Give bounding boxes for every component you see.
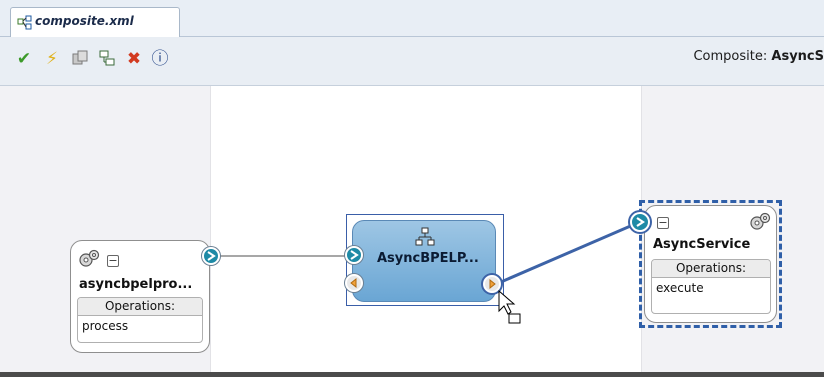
collapse-icon[interactable]: − — [657, 217, 669, 229]
reference-port-icon[interactable] — [630, 212, 650, 232]
bottom-border — [0, 372, 824, 377]
bpel-process-component[interactable]: AsyncBPELP... — [352, 220, 496, 302]
component-title[interactable]: asyncbpelpro... — [79, 277, 192, 292]
client-service-component[interactable]: − asyncbpelpro... Operations: process — [70, 240, 210, 353]
service-port-icon[interactable] — [345, 246, 363, 264]
reference-service-component[interactable]: − AsyncService Operations: execute — [644, 205, 777, 323]
collapse-icon[interactable]: − — [107, 255, 119, 267]
service-port-icon[interactable] — [202, 247, 220, 265]
gear-icon — [79, 249, 100, 267]
operations-header: Operations: — [652, 260, 770, 278]
component-title[interactable]: AsyncService — [653, 237, 750, 252]
wire-bpel-to-service[interactable] — [493, 219, 643, 287]
component-title[interactable]: AsyncBPELP... — [377, 251, 479, 266]
operation-item[interactable]: process — [78, 316, 202, 336]
mouse-cursor-icon — [498, 289, 521, 324]
callback-port-icon[interactable] — [345, 274, 363, 292]
bpel-process-icon — [415, 227, 435, 246]
operations-panel: Operations: execute — [651, 259, 771, 314]
operation-item[interactable]: execute — [652, 278, 770, 298]
operations-panel: Operations: process — [77, 297, 203, 343]
operations-header: Operations: — [78, 298, 202, 316]
gear-icon — [750, 212, 771, 230]
